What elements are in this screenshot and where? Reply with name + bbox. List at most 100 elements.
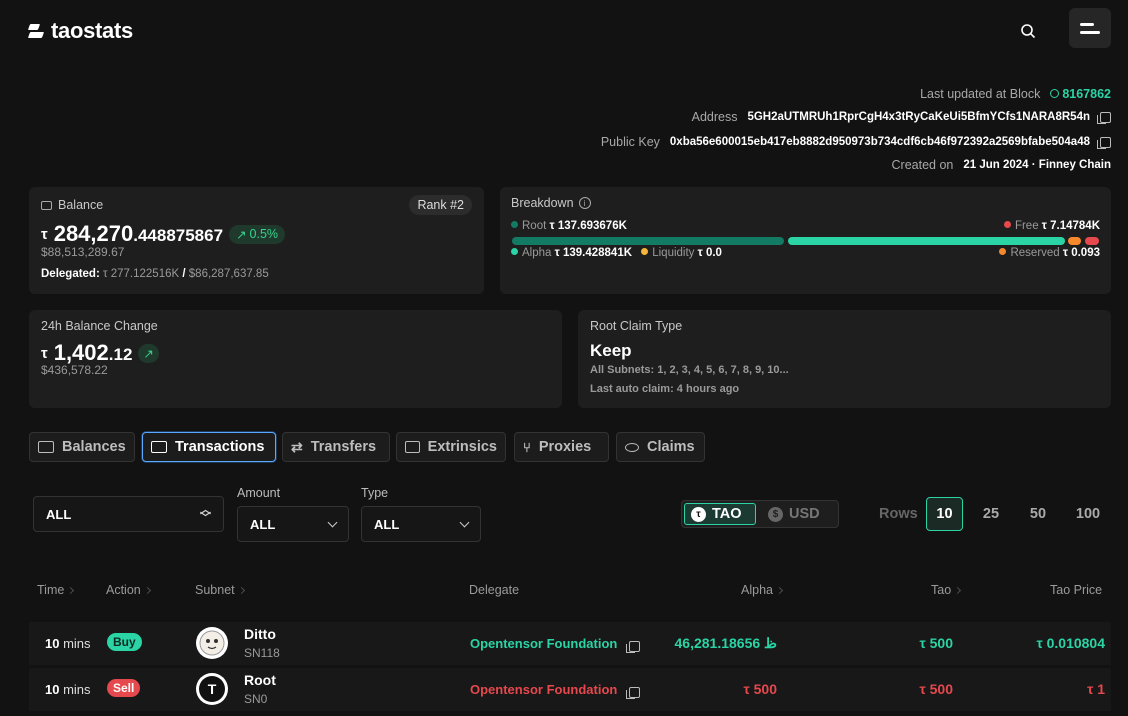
tab-transfers[interactable]: ⇄ Transfers — [282, 432, 390, 462]
th-label: Delegate — [469, 583, 520, 597]
balance-dec: .448875867 — [133, 226, 224, 245]
tab-extrinsics[interactable]: Extrinsics — [396, 432, 506, 462]
tab-balances[interactable]: Balances — [29, 432, 135, 462]
root-value: τ 137.693676K — [549, 220, 627, 232]
subnet-avatar: T — [196, 673, 228, 705]
sort-icon — [143, 586, 151, 594]
th-action[interactable]: Action — [106, 583, 151, 597]
type-select-value: ALL — [374, 516, 400, 532]
updown-chevron-icon: ︿ ﹀ — [200, 504, 211, 524]
subnet-select[interactable]: ALL ︿ ﹀ — [33, 496, 224, 532]
root-claim-card: Root Claim Type Keep All Subnets: 1, 2, … — [578, 310, 1111, 408]
rows-option-10[interactable]: 10 — [926, 497, 963, 531]
time-value: 10 — [45, 636, 60, 651]
alpha-label: Alpha — [522, 247, 552, 259]
tao-value: τ 500 — [919, 681, 954, 697]
delegated-label: Delegated: — [41, 268, 100, 280]
alpha-bar — [788, 237, 1065, 245]
price-value: τ 0.010804 — [1036, 635, 1105, 651]
sort-icon — [954, 586, 962, 594]
th-label: Tao Price — [1050, 583, 1103, 597]
wallet-icon — [41, 200, 52, 210]
copy-address-icon[interactable] — [1097, 111, 1111, 124]
pubkey-value: 0xba56e600015eb417eb8882d950973b734cdf6c… — [669, 136, 1090, 148]
balance-change-badge: ↗ 0.5% — [229, 224, 286, 244]
tab-label: Transactions — [175, 439, 265, 455]
delegated-tao: τ 277.122516K — [103, 268, 180, 280]
tab-transactions[interactable]: Transactions — [142, 432, 276, 462]
currency-toggle: τ TAO $ USD — [681, 500, 839, 528]
copy-delegate-icon[interactable] — [626, 641, 640, 653]
tab-label: Proxies — [538, 439, 592, 455]
time-cell: 10 mins — [45, 682, 91, 697]
ditto-avatar-icon — [199, 630, 225, 656]
alpha-value: τ 139.428841K — [554, 247, 633, 259]
card-icon — [151, 441, 167, 453]
breakdown-header: Breakdown i — [511, 196, 591, 210]
delegated-usd: $86,287,637.85 — [188, 268, 269, 280]
free-value: τ 7.14784K — [1041, 220, 1100, 232]
branch-icon: ⑂ — [523, 439, 531, 455]
search-button[interactable] — [1012, 15, 1044, 47]
amount-select[interactable]: ALL — [237, 506, 349, 542]
coins-icon — [625, 442, 639, 452]
rows-option-100[interactable]: 100 — [1068, 497, 1108, 531]
address-value: 5GH2aUTMRUh1RprCgH4x3tRyCaKeUi5BfmYCfs1N… — [747, 111, 1090, 123]
brand-name: taostats — [51, 18, 133, 43]
subnet-select-value: ALL — [46, 506, 72, 522]
alpha-value: τ 500 — [743, 681, 778, 697]
rows-option-50[interactable]: 50 — [1021, 497, 1055, 531]
subnet-name[interactable]: Ditto — [244, 626, 276, 642]
rows-label: Rows — [879, 506, 918, 522]
sort-icon — [67, 586, 75, 594]
sort-icon — [237, 586, 245, 594]
info-icon[interactable]: i — [578, 197, 591, 209]
table-row[interactable]: 10 mins Sell T Root SN0 Opentensor Found… — [29, 668, 1111, 711]
currency-tao[interactable]: τ TAO — [684, 503, 756, 525]
th-time[interactable]: Time — [37, 583, 75, 597]
subnet-name[interactable]: Root — [244, 672, 276, 688]
th-subnet[interactable]: Subnet — [195, 583, 245, 597]
currency-usd[interactable]: $ USD — [762, 503, 826, 525]
th-tao[interactable]: Tao — [931, 583, 962, 597]
th-delegate: Delegate — [469, 583, 519, 597]
type-select[interactable]: ALL — [361, 506, 481, 542]
reserved-dot — [999, 248, 1007, 255]
search-icon — [1021, 24, 1036, 39]
root-claim-label: Root Claim Type — [590, 319, 683, 333]
tab-proxies[interactable]: ⑂ Proxies — [514, 432, 609, 462]
root-legend: Root τ 137.693676K — [511, 220, 627, 232]
tao-icon: τ — [691, 506, 706, 522]
time-unit: mins — [63, 636, 91, 651]
balance-amount: τ 284,270.448875867 ↗ 0.5% — [41, 221, 286, 247]
th-label: Action — [106, 583, 141, 597]
table-row[interactable]: 10 mins Buy Ditto SN118 Opentensor Found… — [29, 622, 1111, 665]
action-cell: Sell — [107, 679, 141, 697]
brand-logo[interactable]: taostats — [27, 18, 133, 44]
extrinsic-icon — [405, 441, 420, 453]
swap-icon: ⇄ — [291, 438, 303, 455]
block-link[interactable]: 8167862 — [1050, 87, 1111, 101]
delegate-link[interactable]: Opentensor Foundation — [470, 682, 617, 697]
tab-claims[interactable]: Claims — [616, 432, 705, 462]
reserved-value: τ 0.093 — [1062, 247, 1100, 259]
delegated-row: Delegated: τ 277.122516K / $86,287,637.8… — [41, 268, 269, 280]
liquidity-dot — [641, 248, 649, 255]
free-label: Free — [1014, 220, 1039, 232]
delegate-link[interactable]: Opentensor Foundation — [470, 636, 617, 651]
time-unit: mins — [63, 682, 91, 697]
root-dot — [511, 221, 518, 228]
rows-option-25[interactable]: 25 — [974, 497, 1008, 531]
logo-mark-icon — [27, 23, 45, 39]
alpha-legend: Alpha τ 139.428841K Liquidity τ 0.0 — [511, 247, 722, 259]
pubkey-label: Public Key — [600, 135, 660, 149]
balance-change: 0.5% — [249, 227, 279, 241]
copy-delegate-icon[interactable] — [626, 687, 640, 699]
created-row: Created on 21 Jun 2024 · Finney Chain — [892, 158, 1112, 172]
change24-int: 1,402 — [53, 340, 109, 365]
copy-pubkey-icon[interactable] — [1097, 136, 1111, 149]
subnet-id: SN118 — [244, 646, 280, 660]
root-claim-last: Last auto claim: 4 hours ago — [590, 383, 740, 395]
menu-button[interactable] — [1069, 8, 1111, 48]
th-alpha[interactable]: Alpha — [741, 583, 784, 597]
